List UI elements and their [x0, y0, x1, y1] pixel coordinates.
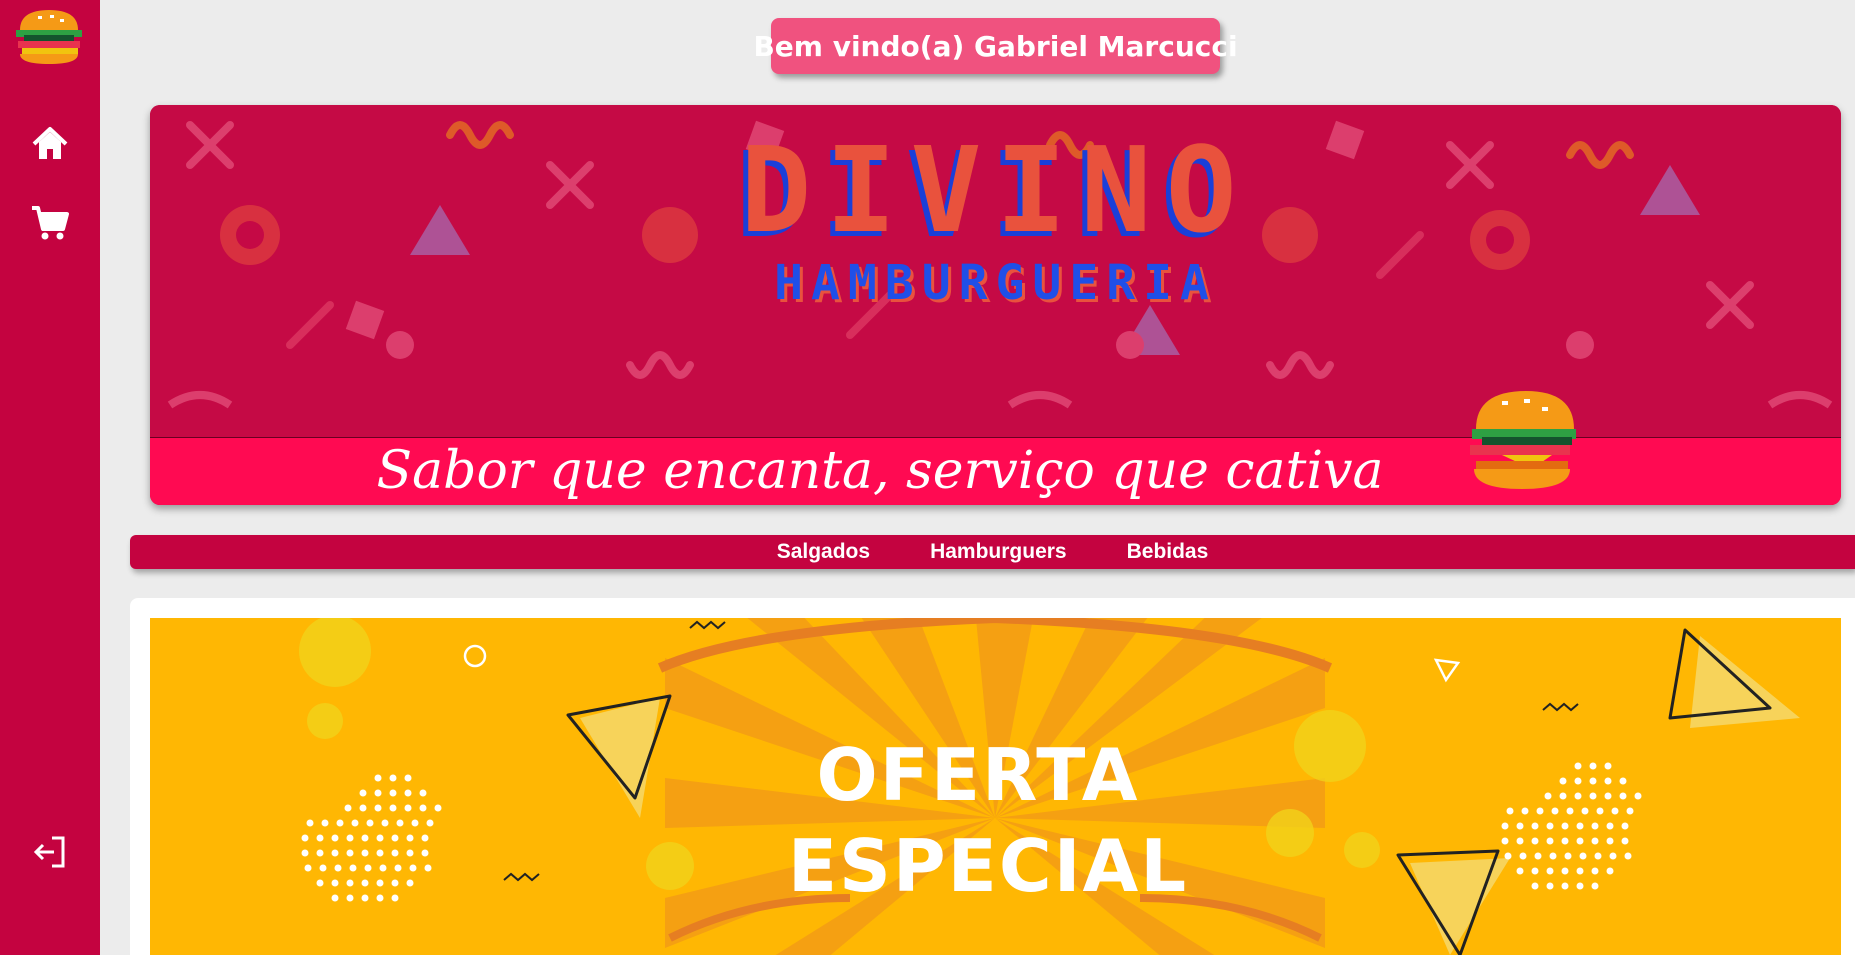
brand-banner: DIVINO HAMBURGUERIA Sabor que encanta, s… [150, 105, 1841, 505]
promo-title-line2: ESPECIAL [787, 824, 1189, 908]
brand-subtitle: HAMBURGUERIA [774, 255, 1217, 311]
slogan-text: Sabor que encanta, serviço que cativa [376, 441, 1384, 501]
promo-banner[interactable]: OFERTA ESPECIAL [150, 618, 1841, 955]
burger-logo-icon[interactable] [10, 6, 88, 68]
promo-title-line1: OFERTA [816, 733, 1140, 817]
burger-icon [1462, 385, 1580, 497]
sidebar [0, 0, 100, 955]
category-hamburguers[interactable]: Hamburguers [930, 540, 1067, 564]
cart-button[interactable] [30, 202, 70, 242]
logout-button[interactable] [30, 832, 70, 872]
category-nav: Salgados Hamburguers Bebidas [130, 535, 1855, 569]
home-button[interactable] [30, 124, 70, 164]
category-salgados[interactable]: Salgados [777, 540, 870, 564]
cart-icon [32, 206, 69, 240]
welcome-badge: Bem vindo(a) Gabriel Marcucci [753, 18, 1238, 74]
logout-icon [33, 836, 65, 868]
slogan-bar: Sabor que encanta, serviço que cativa [150, 437, 1841, 505]
home-icon [32, 127, 68, 159]
category-bebidas[interactable]: Bebidas [1127, 540, 1209, 564]
brand-title: DIVINO [740, 121, 1251, 259]
